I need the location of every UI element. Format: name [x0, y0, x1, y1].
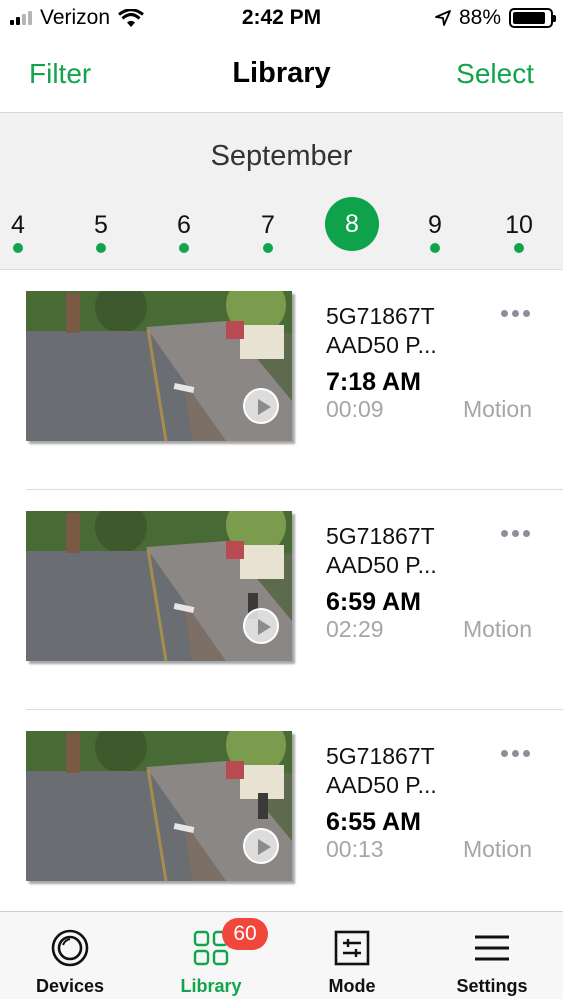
- clip-indicator-dot: [13, 243, 23, 253]
- camera-name-line-1: 5G71867T: [326, 303, 435, 329]
- clip-time: 7:18 AM: [326, 368, 421, 396]
- tab-mode[interactable]: Mode: [282, 912, 422, 999]
- clip-duration: 00:13: [326, 836, 384, 862]
- clip-item[interactable]: 5G71867T AAD50 P... 6:59 AM 02:29 Motion: [0, 490, 563, 710]
- camera-name-line-2: AAD50 P...: [326, 332, 437, 358]
- play-icon[interactable]: [243, 828, 279, 864]
- camera-name-line-1: 5G71867T: [326, 523, 435, 549]
- day-number: 8: [325, 197, 379, 251]
- day-6[interactable]: 6: [156, 198, 212, 258]
- day-9[interactable]: 9: [407, 198, 463, 258]
- tab-label: Settings: [456, 976, 528, 996]
- tab-label: Library: [180, 976, 242, 996]
- more-options-icon[interactable]: [501, 530, 530, 537]
- day-5[interactable]: 5: [73, 198, 129, 258]
- location-icon: [435, 10, 451, 26]
- tab-bar: Devices 60 Library Mode Settings: [0, 911, 563, 999]
- day-4[interactable]: 4: [0, 198, 46, 258]
- tab-label: Mode: [328, 976, 376, 996]
- clip-indicator-dot: [96, 243, 106, 253]
- clip-thumbnail[interactable]: [26, 291, 292, 441]
- clip-duration: 00:09: [326, 396, 384, 422]
- tab-label: Devices: [35, 976, 105, 996]
- battery-icon: [509, 8, 556, 28]
- day-8-selected[interactable]: 8: [324, 197, 380, 257]
- clip-time: 6:59 AM: [326, 588, 421, 616]
- day-10[interactable]: 10: [491, 198, 547, 258]
- status-bar: Verizon 2:42 PM 88%: [0, 0, 563, 38]
- tab-library[interactable]: 60 Library: [141, 912, 281, 999]
- clip-thumbnail[interactable]: [26, 511, 292, 661]
- tab-settings[interactable]: Settings: [422, 912, 562, 999]
- tab-devices[interactable]: Devices: [0, 912, 140, 999]
- more-options-icon[interactable]: [501, 310, 530, 317]
- clip-time: 6:55 AM: [326, 808, 421, 836]
- clip-duration: 02:29: [326, 616, 384, 642]
- battery-percent: 88%: [458, 6, 501, 29]
- camera-name-line-2: AAD50 P...: [326, 552, 437, 578]
- camera-name-line-2: AAD50 P...: [326, 772, 437, 798]
- clip-camera-name: 5G71867T AAD50 P...: [326, 742, 466, 800]
- clip-indicator-dot: [430, 243, 440, 253]
- camera-lens-icon: [51, 929, 89, 967]
- clip-camera-name: 5G71867T AAD50 P...: [326, 522, 466, 580]
- clip-camera-name: 5G71867T AAD50 P...: [326, 302, 466, 360]
- clip-trigger-type: Motion: [462, 616, 532, 642]
- clip-indicator-dot: [179, 243, 189, 253]
- clip-trigger-type: Motion: [462, 396, 532, 422]
- day-7[interactable]: 7: [240, 198, 296, 258]
- date-picker: September 4 5 6 7 8 9 10: [0, 113, 563, 270]
- status-right: 88%: [435, 6, 556, 30]
- hamburger-menu-icon: [475, 935, 509, 961]
- clip-trigger-type: Motion: [462, 836, 532, 862]
- navigation-bar: Filter Library Select: [0, 38, 563, 113]
- day-number: 4: [11, 211, 25, 239]
- clip-item[interactable]: 5G71867T AAD50 P... 6:55 AM 00:13 Motion: [0, 710, 563, 930]
- play-icon[interactable]: [243, 608, 279, 644]
- clip-indicator-dot: [514, 243, 524, 253]
- camera-name-line-1: 5G71867T: [326, 743, 435, 769]
- play-icon[interactable]: [243, 388, 279, 424]
- more-options-icon[interactable]: [501, 750, 530, 757]
- month-label: September: [210, 140, 353, 172]
- select-button[interactable]: Select: [456, 58, 534, 90]
- battery-level: [513, 12, 545, 24]
- clip-item[interactable]: 5G71867T AAD50 P... 7:18 AM 00:09 Motion: [0, 270, 563, 490]
- notification-badge: 60: [222, 918, 268, 950]
- sliders-icon: [334, 930, 370, 966]
- clip-thumbnail[interactable]: [26, 731, 292, 881]
- clip-indicator-dot: [263, 243, 273, 253]
